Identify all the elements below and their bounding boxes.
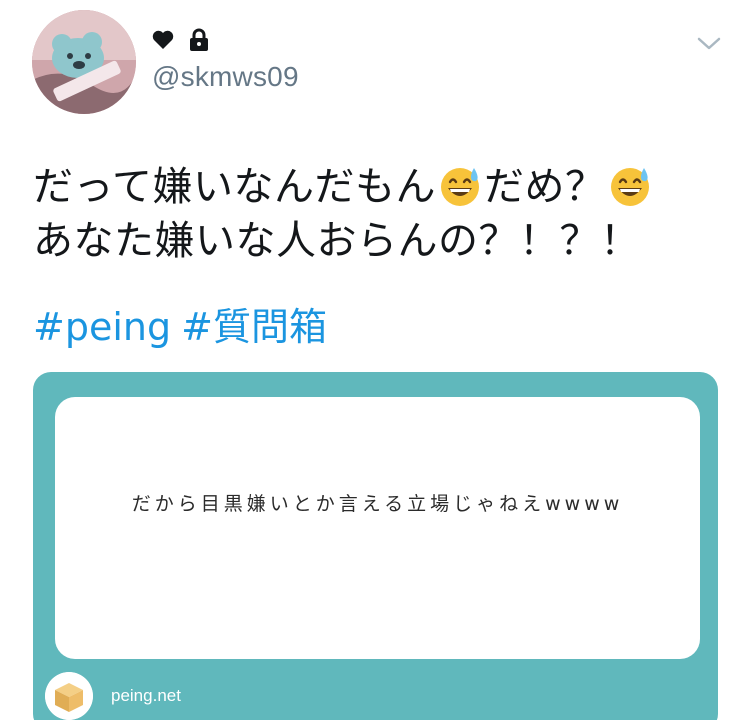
hashtag-row: #peing #質問箱 (33, 303, 337, 351)
heart-icon (152, 30, 174, 50)
question-text: だから目黒嫌いとか言える立場じゃねえwwww (131, 493, 624, 515)
tweet-text-segment: だって嫌いなんだもん (33, 164, 436, 210)
grinning-sweat-emoji (608, 164, 652, 208)
profile-avatar-image (32, 10, 136, 114)
card-footer: peing.net (45, 672, 181, 720)
lock-icon (188, 28, 210, 52)
tweet-line-1: だって嫌いなんだもん だめ？ (33, 160, 723, 214)
grinning-sweat-emoji (438, 164, 482, 208)
display-name-icons (152, 25, 210, 55)
avatar[interactable] (32, 10, 136, 114)
hashtag-link-question-box[interactable]: #質問箱 (181, 305, 327, 349)
tweet-text-segment: だめ？ (484, 164, 606, 210)
card-domain: peing.net (111, 686, 181, 705)
user-handle[interactable]: @skmws09 (152, 60, 299, 94)
question-panel: だから目黒嫌いとか言える立場じゃねえwwww (55, 397, 700, 659)
tweet-line-2: あなた嫌いな人おらんの？！？！ (33, 218, 641, 264)
link-preview-card[interactable]: だから目黒嫌いとか言える立場じゃねえwwww peing.net (33, 372, 718, 720)
peing-box-icon (45, 672, 93, 720)
hashtag-link-peing[interactable]: #peing (33, 305, 171, 349)
chevron-down-icon[interactable] (696, 33, 722, 53)
tweet-text: だって嫌いなんだもん だめ？ あなた嫌いな人おらんの？！？！ (33, 160, 723, 268)
